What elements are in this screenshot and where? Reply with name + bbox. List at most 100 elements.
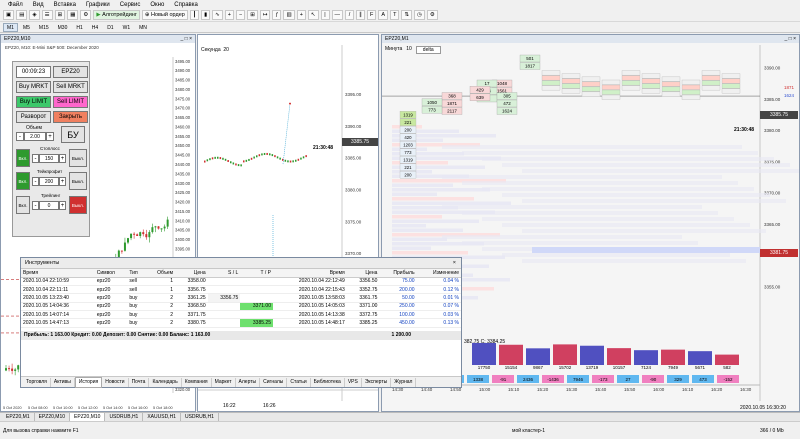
- sell-market-button[interactable]: Sell MRKT: [53, 81, 88, 93]
- breakeven-button[interactable]: БУ: [61, 126, 85, 143]
- terminal-tab[interactable]: Журнал: [391, 377, 417, 387]
- trailing-input[interactable]: 0: [39, 201, 59, 210]
- tf-m15[interactable]: M15: [35, 23, 53, 32]
- takeprofit-input[interactable]: 200: [39, 177, 59, 186]
- zoom-out-icon[interactable]: −: [235, 10, 246, 20]
- volume-input[interactable]: 2.00: [24, 132, 46, 141]
- symbol-button[interactable]: EPZ20: [53, 66, 88, 78]
- chart-tab-3[interactable]: EPZ20,M10: [70, 413, 106, 421]
- table-row[interactable]: 2020.10.05 14:04:36 epz20 buy 2 3368.50 3371.…: [21, 302, 461, 312]
- table-row[interactable]: 2020.10.04 22:10:59 epz20 sell 1 3358.00 2020…: [21, 277, 461, 287]
- stoploss-input[interactable]: 150: [39, 154, 59, 163]
- terminal-tab[interactable]: Компания: [182, 377, 212, 387]
- menu-file[interactable]: Файл: [3, 2, 28, 8]
- line-chart-icon[interactable]: ∿: [212, 10, 223, 20]
- chart-tab-2[interactable]: EPZ20,M10: [35, 413, 71, 421]
- autoscroll-icon[interactable]: ↦: [259, 10, 271, 20]
- vline-icon[interactable]: |: [320, 10, 330, 20]
- terminal-tab[interactable]: Сигналы: [260, 377, 288, 387]
- algo-trading-button[interactable]: ▶ Алготрейдинг: [93, 10, 140, 20]
- data-window-icon[interactable]: ⊞: [54, 10, 66, 20]
- terminal-tab[interactable]: Торговля: [23, 377, 51, 387]
- chart-tab-5[interactable]: XAUUSD,H1: [143, 413, 181, 421]
- trendline-icon[interactable]: /: [345, 10, 355, 20]
- menu-insert[interactable]: Вставка: [49, 2, 81, 8]
- menu-view[interactable]: Вид: [28, 2, 49, 8]
- tf-m5[interactable]: M5: [19, 23, 34, 32]
- chart-tab-4[interactable]: USDRUB,H1: [105, 413, 144, 421]
- market-watch-icon[interactable]: ◈: [29, 10, 40, 20]
- terminal-tab[interactable]: Библиотека: [311, 377, 345, 387]
- terminal-tab[interactable]: Маркет: [212, 377, 236, 387]
- col-profit[interactable]: Прибыль: [379, 269, 417, 278]
- tester-icon[interactable]: ⚙: [80, 10, 92, 20]
- chart-tab-6[interactable]: USDRUB,H1: [181, 413, 219, 421]
- menu-charts[interactable]: Графики: [81, 2, 115, 8]
- indicators-icon[interactable]: ƒ: [272, 10, 282, 20]
- sell-limit-button[interactable]: Sell LIMIT: [53, 96, 88, 108]
- tf-h4[interactable]: H4: [88, 23, 102, 32]
- col-open-time[interactable]: Время: [21, 269, 95, 278]
- trailing-minus-button[interactable]: -: [32, 201, 39, 210]
- table-row[interactable]: 2020.10.04 22:11:11 epz20 sell 1 3356.75 2020…: [21, 285, 461, 295]
- col-close-price[interactable]: Цена: [346, 269, 380, 278]
- label-icon[interactable]: T: [390, 10, 400, 20]
- stoploss-on-button[interactable]: Вкл.: [16, 149, 30, 167]
- reverse-button[interactable]: Разворот: [16, 111, 51, 123]
- stoploss-minus-button[interactable]: -: [32, 154, 39, 163]
- arrows-icon[interactable]: ⇅: [401, 10, 413, 20]
- menu-help[interactable]: Справка: [169, 2, 203, 8]
- close-position-button[interactable]: Закрыть: [53, 111, 88, 123]
- takeprofit-off-button[interactable]: Выкл.: [69, 172, 87, 190]
- cursor-icon[interactable]: ↖: [307, 10, 319, 20]
- col-symbol[interactable]: Символ: [94, 269, 128, 278]
- tf-d1[interactable]: D1: [103, 23, 117, 32]
- terminal-tab[interactable]: История: [74, 376, 103, 388]
- terminal-tab[interactable]: Почта: [129, 377, 150, 387]
- crosshair-icon[interactable]: +: [296, 10, 306, 20]
- trailing-on-button[interactable]: Вкл.: [16, 196, 30, 214]
- table-row[interactable]: 2020.10.05 13:23:40 epz20 buy 2 3361.25 3356.…: [21, 293, 461, 303]
- menu-service[interactable]: Сервис: [115, 2, 146, 8]
- text-icon[interactable]: A: [378, 10, 389, 20]
- table-row[interactable]: 2020.10.05 14:07:14 epz20 buy 2 3371.75 2020.…: [21, 310, 461, 320]
- tf-h1[interactable]: H1: [72, 23, 86, 32]
- settings-icon[interactable]: ⚙: [426, 10, 438, 20]
- takeprofit-minus-button[interactable]: -: [32, 177, 39, 186]
- col-type[interactable]: Тип: [127, 269, 146, 278]
- new-order-button[interactable]: ⊕ Новый ордер: [141, 10, 188, 20]
- buy-market-button[interactable]: Buy MRKT: [16, 81, 51, 93]
- period-icon[interactable]: ◷: [414, 10, 425, 20]
- trailing-off-button[interactable]: Выкл.: [69, 196, 87, 214]
- col-tp[interactable]: T / P: [240, 269, 273, 278]
- tile-icon[interactable]: ⊞: [247, 10, 258, 20]
- close-icon[interactable]: ×: [453, 258, 456, 268]
- menu-window[interactable]: Окно: [145, 2, 169, 8]
- volume-plus-button[interactable]: +: [46, 132, 54, 141]
- navigator-icon[interactable]: ☰: [41, 10, 53, 20]
- terminal-tab[interactable]: Эксперты: [362, 377, 392, 387]
- buy-limit-button[interactable]: Buy LIMIT: [16, 96, 51, 108]
- terminal-tab[interactable]: Статьи: [287, 377, 311, 387]
- takeprofit-on-button[interactable]: Вкл.: [16, 172, 30, 190]
- col-close-time[interactable]: Время: [272, 269, 347, 278]
- window-controls-icon[interactable]: _ □ ×: [181, 35, 193, 43]
- hline-icon[interactable]: —: [331, 10, 344, 20]
- tf-mn[interactable]: MN: [135, 23, 151, 32]
- terminal-tab[interactable]: Алерты: [236, 377, 261, 387]
- table-row[interactable]: 2020.10.05 14:47:13 epz20 buy 2 3380.75 3385.…: [21, 318, 461, 328]
- fibo-icon[interactable]: F: [367, 10, 377, 20]
- zoom-in-icon[interactable]: +: [224, 10, 234, 20]
- stoploss-plus-button[interactable]: +: [59, 154, 66, 163]
- trailing-plus-button[interactable]: +: [59, 201, 66, 210]
- templates-icon[interactable]: ▥: [283, 10, 295, 20]
- terminal-tab[interactable]: VPS: [345, 377, 362, 387]
- takeprofit-plus-button[interactable]: +: [59, 177, 66, 186]
- chart-tab-1[interactable]: EPZ20,M1: [2, 413, 35, 421]
- terminal-tab[interactable]: Календарь: [149, 377, 182, 387]
- col-open-price[interactable]: Цена: [175, 269, 208, 278]
- stoploss-off-button[interactable]: Выкл.: [69, 149, 87, 167]
- volume-minus-button[interactable]: -: [16, 132, 24, 141]
- bar-chart-icon[interactable]: ┃: [189, 10, 200, 20]
- channel-icon[interactable]: ∥: [356, 10, 366, 20]
